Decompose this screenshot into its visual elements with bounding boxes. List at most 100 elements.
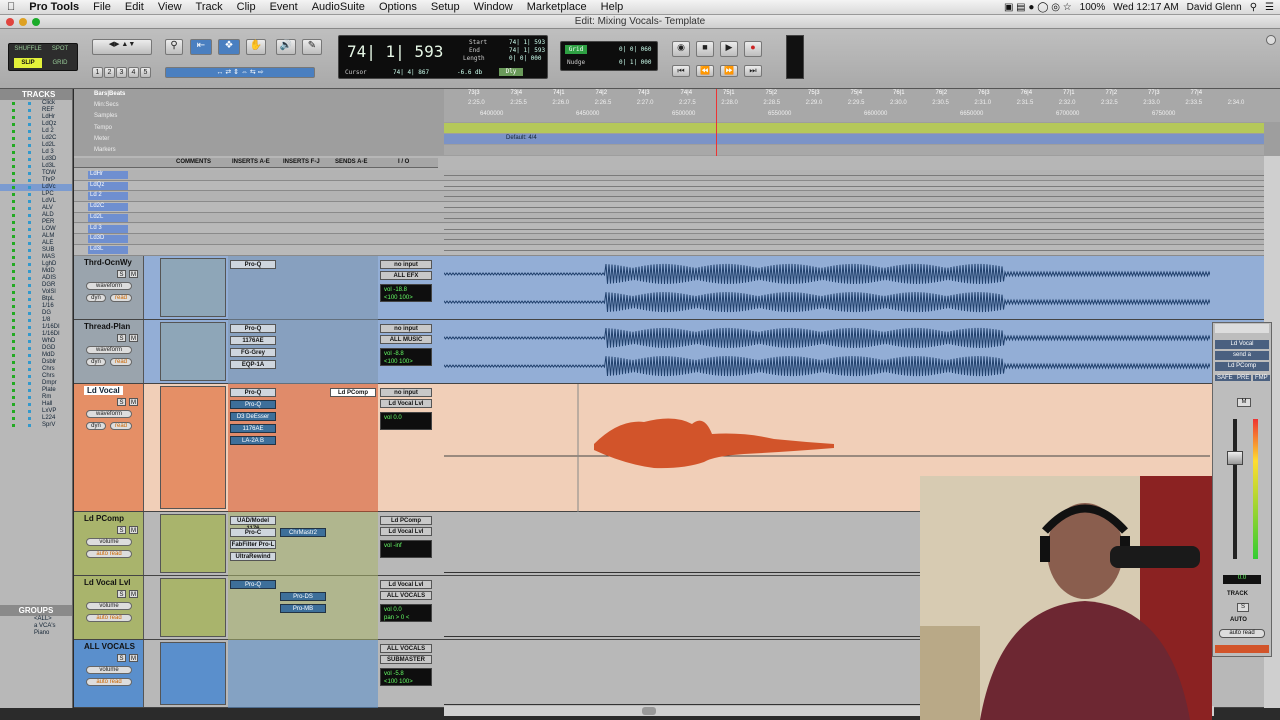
- track-list-item[interactable]: LdVL: [0, 198, 72, 205]
- mute-button[interactable]: M: [129, 590, 138, 598]
- mute-button[interactable]: M: [129, 526, 138, 534]
- solo-button[interactable]: S: [117, 526, 126, 534]
- clock[interactable]: Wed 12:17 AM: [1113, 2, 1178, 13]
- send-level-value[interactable]: 0.0: [1223, 575, 1261, 584]
- solo-button[interactable]: S: [117, 398, 126, 406]
- markers-ruler[interactable]: [444, 145, 1264, 155]
- volume-value[interactable]: vol -18.8: [384, 286, 428, 294]
- track-view-select[interactable]: waveform: [86, 410, 132, 418]
- samples-ruler-label[interactable]: Samples: [94, 113, 117, 119]
- track-list-item[interactable]: ThrP: [0, 177, 72, 184]
- track-name[interactable]: ALL VOCALS: [84, 642, 135, 651]
- horizontal-scroll-thumb[interactable]: [642, 707, 656, 715]
- track-header[interactable]: Ld Vocal Lvl S Mvolume auto read: [74, 576, 144, 639]
- send-track-name[interactable]: Ld Vocal: [1215, 340, 1269, 349]
- minimize-window-button[interactable]: [19, 18, 27, 26]
- track-list-item[interactable]: BtpL: [0, 296, 72, 303]
- track-list-item[interactable]: SprV: [0, 422, 72, 429]
- output-select[interactable]: ALL VOCALS: [380, 591, 432, 600]
- track-list-item[interactable]: VolSl: [0, 289, 72, 296]
- sends-ae-header[interactable]: SENDS A-E: [335, 159, 367, 165]
- zoom-preset-2[interactable]: 2: [104, 67, 115, 78]
- track-list-item[interactable]: LPC: [0, 191, 72, 198]
- toolbar-menu-icon[interactable]: [1266, 35, 1276, 45]
- main-counter[interactable]: 74| 1| 593: [347, 42, 443, 61]
- volume-pan-display[interactable]: vol -inf: [380, 540, 432, 558]
- fast-forward-button-icon[interactable]: ⏩: [720, 65, 738, 77]
- track-list-item[interactable]: Chrs: [0, 366, 72, 373]
- minimized-track-name[interactable]: Ld3D: [88, 235, 128, 244]
- volume-value[interactable]: vol -8.8: [384, 350, 428, 358]
- track-list-item[interactable]: Ld2C: [0, 135, 72, 142]
- menu-event[interactable]: Event: [263, 1, 305, 13]
- status-icons[interactable]: ▣ ▤ ● ◯ ◎ ☆: [1004, 2, 1072, 13]
- track-list-item[interactable]: ALM: [0, 233, 72, 240]
- send-destination[interactable]: Ld PComp: [1215, 362, 1269, 371]
- meter-value[interactable]: Default: 4/4: [506, 135, 537, 141]
- menu-track[interactable]: Track: [189, 1, 230, 13]
- input-select[interactable]: no input: [380, 260, 432, 269]
- insert-slot[interactable]: Pro-C: [230, 528, 276, 537]
- input-select[interactable]: Ld PComp: [380, 516, 432, 525]
- volume-pan-display[interactable]: vol -5.8 <100 100>: [380, 668, 432, 686]
- track-list-item[interactable]: ALE: [0, 240, 72, 247]
- automation-mode-select[interactable]: auto read: [86, 550, 132, 558]
- ruler-scale[interactable]: 73|3 73|4 74|1 74|2 74|3 74|4 75|1 75|2 75|3 75|4…: [444, 89, 1280, 122]
- track-list-item[interactable]: ALV: [0, 205, 72, 212]
- minimized-track-row[interactable]: Ld 3: [74, 223, 1264, 235]
- minimized-track-row[interactable]: Ld3D: [74, 234, 1264, 245]
- timebase-select[interactable]: dyn: [86, 422, 106, 430]
- pan-value[interactable]: <100 100>: [384, 294, 428, 302]
- tracks-list-title[interactable]: TRACKS: [0, 89, 72, 100]
- volume-pan-display[interactable]: vol -8.8 <100 100>: [380, 348, 432, 366]
- track-list-item[interactable]: ALD: [0, 212, 72, 219]
- track-list-item[interactable]: Hall: [0, 401, 72, 408]
- minimized-track-row[interactable]: Ld 2: [74, 191, 1264, 203]
- track-comments-field[interactable]: [160, 386, 226, 509]
- end-value[interactable]: 74| 1| 593: [509, 47, 545, 54]
- timebase-select[interactable]: dyn: [86, 294, 106, 302]
- track-header[interactable]: Ld PComp S Mvolume auto read: [74, 512, 144, 575]
- start-value[interactable]: 74| 1| 593: [509, 39, 545, 46]
- volume-value[interactable]: vol 0.0: [384, 606, 428, 614]
- input-select[interactable]: Ld Vocal Lvl: [380, 580, 432, 589]
- insert-slot[interactable]: UAD/Model 1176: [230, 516, 276, 532]
- track-list-item[interactable]: Click: [0, 100, 72, 107]
- mute-button[interactable]: M: [129, 334, 138, 342]
- insert-slot[interactable]: D3 DeEsser: [230, 412, 276, 421]
- track-list-item[interactable]: LxVP: [0, 408, 72, 415]
- track-list-item[interactable]: PER: [0, 219, 72, 226]
- insert-slot[interactable]: Pro-Q: [230, 388, 276, 397]
- output-select[interactable]: ALL EFX: [380, 271, 432, 280]
- volume-value[interactable]: vol -inf: [384, 542, 428, 550]
- insert-slot[interactable]: Pro-Q: [230, 260, 276, 269]
- volume-value[interactable]: vol -5.8: [384, 670, 428, 678]
- input-select[interactable]: ALL VOCALS: [380, 644, 432, 653]
- track-list-item[interactable]: Plate: [0, 387, 72, 394]
- track-list-item[interactable]: LdQz: [0, 121, 72, 128]
- send-slot[interactable]: send a: [1215, 351, 1269, 360]
- inserts-ae-header[interactable]: INSERTS A-E: [232, 159, 270, 165]
- track-view-select[interactable]: volume: [86, 602, 132, 610]
- go-to-end-button-icon[interactable]: ⏭: [744, 65, 762, 77]
- input-select[interactable]: no input: [380, 324, 432, 333]
- minimized-track-row[interactable]: Ld2C: [74, 202, 1264, 213]
- meter-ruler[interactable]: Default: 4/4: [444, 134, 1264, 144]
- menu-app[interactable]: Pro Tools: [22, 1, 86, 13]
- solo-button[interactable]: S: [117, 590, 126, 598]
- grid-label[interactable]: Grid: [565, 45, 587, 54]
- track-list-item[interactable]: Rm: [0, 394, 72, 401]
- send-mute-button[interactable]: M: [1237, 398, 1251, 407]
- record-button-icon[interactable]: ●: [744, 41, 762, 57]
- volume-value[interactable]: vol 0.0: [384, 414, 428, 422]
- close-window-button[interactable]: [6, 18, 14, 26]
- track-list-item[interactable]: ADIS: [0, 275, 72, 282]
- mute-button[interactable]: M: [129, 270, 138, 278]
- menu-marketplace[interactable]: Marketplace: [520, 1, 594, 13]
- zoom-buttons[interactable]: ◀▶ ▲▼: [92, 39, 152, 55]
- track-comments-field[interactable]: [160, 578, 226, 637]
- zoom-window-button[interactable]: [32, 18, 40, 26]
- nudge-label[interactable]: Nudge: [567, 59, 585, 66]
- menu-setup[interactable]: Setup: [424, 1, 467, 13]
- track-playlist-area[interactable]: [443, 256, 1211, 320]
